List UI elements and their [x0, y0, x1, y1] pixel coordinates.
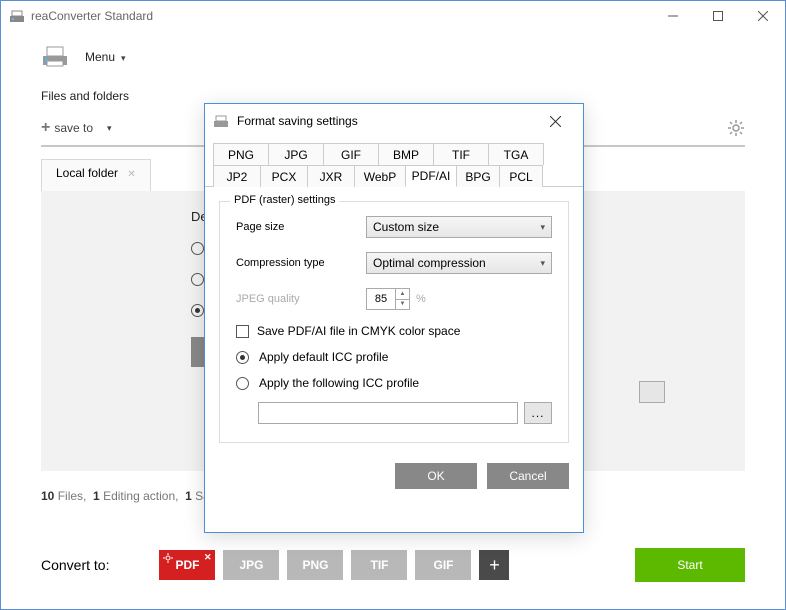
jpeg-quality-stepper[interactable]: ▲▼	[366, 288, 410, 310]
menu-button[interactable]: Menu▾	[85, 48, 126, 64]
tab-jp2[interactable]: JP2	[213, 165, 261, 187]
icc-default-label: Apply default ICC profile	[259, 350, 388, 364]
cancel-button[interactable]: Cancel	[487, 463, 569, 489]
gear-icon	[163, 553, 173, 563]
tab-jpg[interactable]: JPG	[268, 143, 324, 165]
tab-webp[interactable]: WebP	[354, 165, 406, 187]
jpeg-quality-label: JPEG quality	[236, 293, 366, 305]
tab-png[interactable]: PNG	[213, 143, 269, 165]
tab-bpg[interactable]: BPG	[456, 165, 500, 187]
format-tif-button[interactable]: TIF	[351, 550, 407, 580]
icc-default-radio[interactable]	[236, 351, 249, 364]
chevron-down-icon: ▾	[107, 123, 112, 134]
saveto-button[interactable]: + save to ▾	[41, 119, 112, 137]
menu-row: Menu▾	[1, 31, 785, 81]
percent-label: %	[416, 293, 426, 305]
add-format-button[interactable]: +	[479, 550, 509, 580]
tab-gif[interactable]: GIF	[323, 143, 379, 165]
step-up[interactable]: ▲	[396, 289, 409, 300]
radio-option-selected[interactable]	[191, 304, 204, 317]
step-down[interactable]: ▼	[396, 300, 409, 310]
cmyk-label: Save PDF/AI file in CMYK color space	[257, 324, 460, 338]
chevron-down-icon: ▾	[121, 53, 126, 63]
cmyk-checkbox[interactable]	[236, 325, 249, 338]
format-settings-dialog: Format saving settings PNG JPG GIF BMP T…	[204, 103, 584, 533]
tab-pcx[interactable]: PCX	[260, 165, 308, 187]
compression-label: Compression type	[236, 257, 366, 269]
dialog-title: Format saving settings	[237, 114, 535, 128]
close-button[interactable]	[740, 1, 785, 31]
tab-jxr[interactable]: JXR	[307, 165, 355, 187]
ok-button[interactable]: OK	[395, 463, 477, 489]
format-jpg-button[interactable]: JPG	[223, 550, 279, 580]
format-pdf-button[interactable]: PDF ✕	[159, 550, 215, 580]
format-tabs: PNG JPG GIF BMP TIF TGA JP2 PCX JXR WebP…	[205, 142, 583, 187]
files-folders-label: Files and folders	[41, 89, 129, 103]
tab-tga[interactable]: TGA	[488, 143, 544, 165]
format-gif-button[interactable]: GIF	[415, 550, 471, 580]
convert-bar: Convert to: PDF ✕ JPG PNG TIF GIF + Star…	[41, 545, 745, 585]
tab-pdfai[interactable]: PDF/AI	[405, 165, 457, 187]
page-size-select[interactable]: Custom size ▾	[366, 216, 552, 238]
tab-local-folder[interactable]: Local folder ✕	[41, 159, 151, 191]
close-icon[interactable]: ✕	[127, 169, 135, 180]
printer-icon	[41, 44, 69, 68]
chevron-down-icon: ▾	[540, 258, 545, 269]
icc-custom-radio[interactable]	[236, 377, 249, 390]
radio-option[interactable]	[191, 242, 204, 255]
convert-label: Convert to:	[41, 557, 109, 573]
window-titlebar: reaConverter Standard	[1, 1, 785, 31]
dialog-titlebar: Format saving settings	[205, 104, 583, 138]
format-png-button[interactable]: PNG	[287, 550, 343, 580]
dialog-close-button[interactable]	[535, 104, 575, 138]
fieldset-legend: PDF (raster) settings	[230, 194, 339, 206]
window-title: reaConverter Standard	[31, 9, 650, 23]
maximize-button[interactable]	[695, 1, 740, 31]
printer-icon	[213, 113, 229, 129]
minimize-button[interactable]	[650, 1, 695, 31]
browse-button[interactable]: ...	[524, 402, 552, 424]
pdf-settings-group: PDF (raster) settings Page size Custom s…	[219, 201, 569, 443]
chevron-down-icon: ▾	[540, 222, 545, 233]
compression-select[interactable]: Optimal compression ▾	[366, 252, 552, 274]
page-size-label: Page size	[236, 221, 366, 233]
icc-path-input[interactable]	[258, 402, 518, 424]
dialog-buttons: OK Cancel	[205, 453, 583, 499]
tab-pcl[interactable]: PCL	[499, 165, 543, 187]
tab-bmp[interactable]: BMP	[378, 143, 434, 165]
app-icon	[9, 8, 25, 24]
tab-tif[interactable]: TIF	[433, 143, 489, 165]
close-icon[interactable]: ✕	[204, 552, 212, 563]
browse-button[interactable]	[639, 381, 665, 403]
jpeg-quality-input[interactable]	[367, 293, 395, 305]
plus-icon: +	[41, 119, 50, 137]
start-button[interactable]: Start	[635, 548, 745, 582]
settings-gear-icon[interactable]	[727, 119, 745, 137]
icc-custom-label: Apply the following ICC profile	[259, 376, 419, 390]
radio-option[interactable]	[191, 273, 204, 286]
